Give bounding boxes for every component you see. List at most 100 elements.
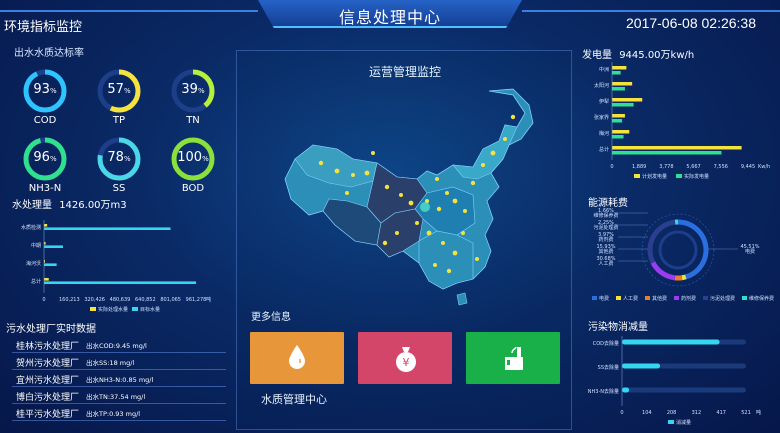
gauge-label: BOD xyxy=(181,183,205,194)
water-quality-card[interactable] xyxy=(250,332,344,384)
map-region xyxy=(452,124,518,180)
gauge-unit: % xyxy=(123,155,131,163)
x-tick-label: 801,065 xyxy=(160,297,181,303)
x-tick-label: 1,889 xyxy=(632,164,646,170)
plant-name: 贺州污水处理厂 xyxy=(16,359,80,369)
gauge-unit: % xyxy=(123,87,131,95)
bar xyxy=(612,130,630,134)
gauge-label: SS xyxy=(112,183,126,194)
x-tick-label: 208 xyxy=(667,410,677,416)
table-row[interactable]: 博白污水处理厂 出水TN:37.54 mg/l xyxy=(12,389,226,404)
datetime: 2017-06-08 02:26:38 xyxy=(626,15,756,31)
factory-icon xyxy=(505,346,523,370)
header: 信息处理中心 2017-06-08 02:26:38 xyxy=(0,0,780,34)
x-tick-label: 104 xyxy=(642,410,652,416)
x-unit-label: Kw/h xyxy=(758,164,770,170)
gauge-value: 96% xyxy=(22,150,68,165)
gauge-number: 57 xyxy=(107,82,124,97)
callout-name: 药剂费 xyxy=(598,236,613,243)
gauge-number: 39 xyxy=(181,82,198,97)
pie-slice xyxy=(681,274,687,281)
legend-label: 污泥处理费 xyxy=(710,295,735,302)
legend-label: 目标水量 xyxy=(140,306,160,313)
bar xyxy=(612,82,633,86)
legend-swatch xyxy=(674,296,679,300)
legend-swatch xyxy=(90,307,96,311)
water-drop-icon xyxy=(289,345,305,369)
legend-swatch xyxy=(703,296,708,300)
gauge-number: 96 xyxy=(33,150,50,165)
bar xyxy=(612,66,627,70)
gauge-unit: % xyxy=(197,87,205,95)
legend-swatch xyxy=(634,174,640,178)
category-label: NH3-N去除量 xyxy=(588,388,619,395)
more-info-title: 更多信息 xyxy=(251,312,291,323)
table-row[interactable]: 贺州污水处理厂 出水SS:18 mg/l xyxy=(12,355,226,370)
callout-name: 维修保养费 xyxy=(593,212,618,219)
gauge-unit: % xyxy=(49,87,57,95)
x-tick-label: 417 xyxy=(716,410,726,416)
bar xyxy=(612,146,742,150)
legend-swatch xyxy=(645,296,650,300)
gauge-label: COD xyxy=(33,115,57,126)
bar xyxy=(612,98,643,102)
gauge-unit: % xyxy=(202,155,209,163)
category-label: 总计 xyxy=(599,146,609,153)
plants-title: 污水处理厂实时数据 xyxy=(6,324,96,335)
legend-label: 人工费 xyxy=(623,295,638,302)
money-bag-icon: ¥ xyxy=(396,347,416,372)
gauge-number: 78 xyxy=(107,150,124,165)
page-title: 信息处理中心 xyxy=(338,8,441,27)
legend-label: 其他费 xyxy=(652,295,667,302)
bar xyxy=(612,87,625,91)
plant-reading: 出水TP:0.93 mg/l xyxy=(86,410,141,418)
gauge-tp: 57% xyxy=(96,68,142,114)
gauge-value: 78% xyxy=(96,150,142,165)
bar xyxy=(612,151,722,155)
x-unit-label: 吨 xyxy=(206,296,211,303)
svg-text:¥: ¥ xyxy=(403,356,410,369)
x-tick-label: 0 xyxy=(42,297,45,303)
pollutant-bar-chart: COD去除量 SS去除量 NH3-N去除量 0 104 208 312 417 521 吨消减量 xyxy=(588,336,761,426)
category-label: 梅河 xyxy=(599,130,609,137)
x-tick-label: 0 xyxy=(620,410,623,416)
category-label: 伊犁 xyxy=(599,98,609,105)
bar xyxy=(622,339,720,345)
x-tick-label: 312 xyxy=(692,410,702,416)
ring-outer xyxy=(641,213,715,287)
gauge-nh3-n: 96% xyxy=(22,136,68,182)
energy-pie-chart: 1.66%维修保养费2.25%污泥处理费3.97%药剂费15.93%其他费30.… xyxy=(592,208,774,302)
water-bar-chart: 水质检测中期海河沃总计 0 160,213 320,426 480,639 640,852… xyxy=(21,220,211,313)
ring-inner xyxy=(658,230,698,270)
x-tick-label: 7,556 xyxy=(714,164,728,170)
gauge-value: 100% xyxy=(170,150,216,165)
bar xyxy=(44,224,48,227)
plant-name: 博白污水处理厂 xyxy=(16,393,80,403)
finance-card[interactable]: ¥ xyxy=(358,332,452,384)
callout-name: 人工费 xyxy=(598,260,613,267)
category-label: COD去除量 xyxy=(593,340,619,347)
x-tick-label: 3,778 xyxy=(659,164,673,170)
x-tick-label: 640,852 xyxy=(135,297,156,303)
category-label: 中期 xyxy=(31,242,41,249)
bar xyxy=(44,278,49,281)
map-title: 运营管理监控 xyxy=(368,65,441,79)
legend-label: 计划发电量 xyxy=(642,173,667,180)
bar xyxy=(44,245,63,248)
plant-name: 桂平污水处理厂 xyxy=(16,410,80,420)
category-label: 太阳河 xyxy=(594,82,609,89)
x-tick-label: 5,667 xyxy=(686,164,700,170)
gauge-tn: 39% xyxy=(170,68,216,114)
plant-reading: 出水SS:18 mg/l xyxy=(86,359,135,367)
plant-reading: 出水TN:37.54 mg/l xyxy=(86,393,146,401)
table-row[interactable]: 桂林污水处理厂 出水COD:9.45 mg/l xyxy=(12,338,226,353)
china-map[interactable] xyxy=(277,83,547,313)
bar xyxy=(612,71,621,75)
plant-card[interactable] xyxy=(466,332,560,384)
map-region xyxy=(418,230,474,290)
x-tick-label: 521 xyxy=(741,410,751,416)
bar xyxy=(44,263,57,266)
table-row[interactable]: 桂平污水处理厂 出水TP:0.93 mg/l xyxy=(12,406,226,421)
table-row[interactable]: 宜州污水处理厂 出水NH3-N:0.85 mg/l xyxy=(12,372,226,387)
bar xyxy=(612,103,634,107)
